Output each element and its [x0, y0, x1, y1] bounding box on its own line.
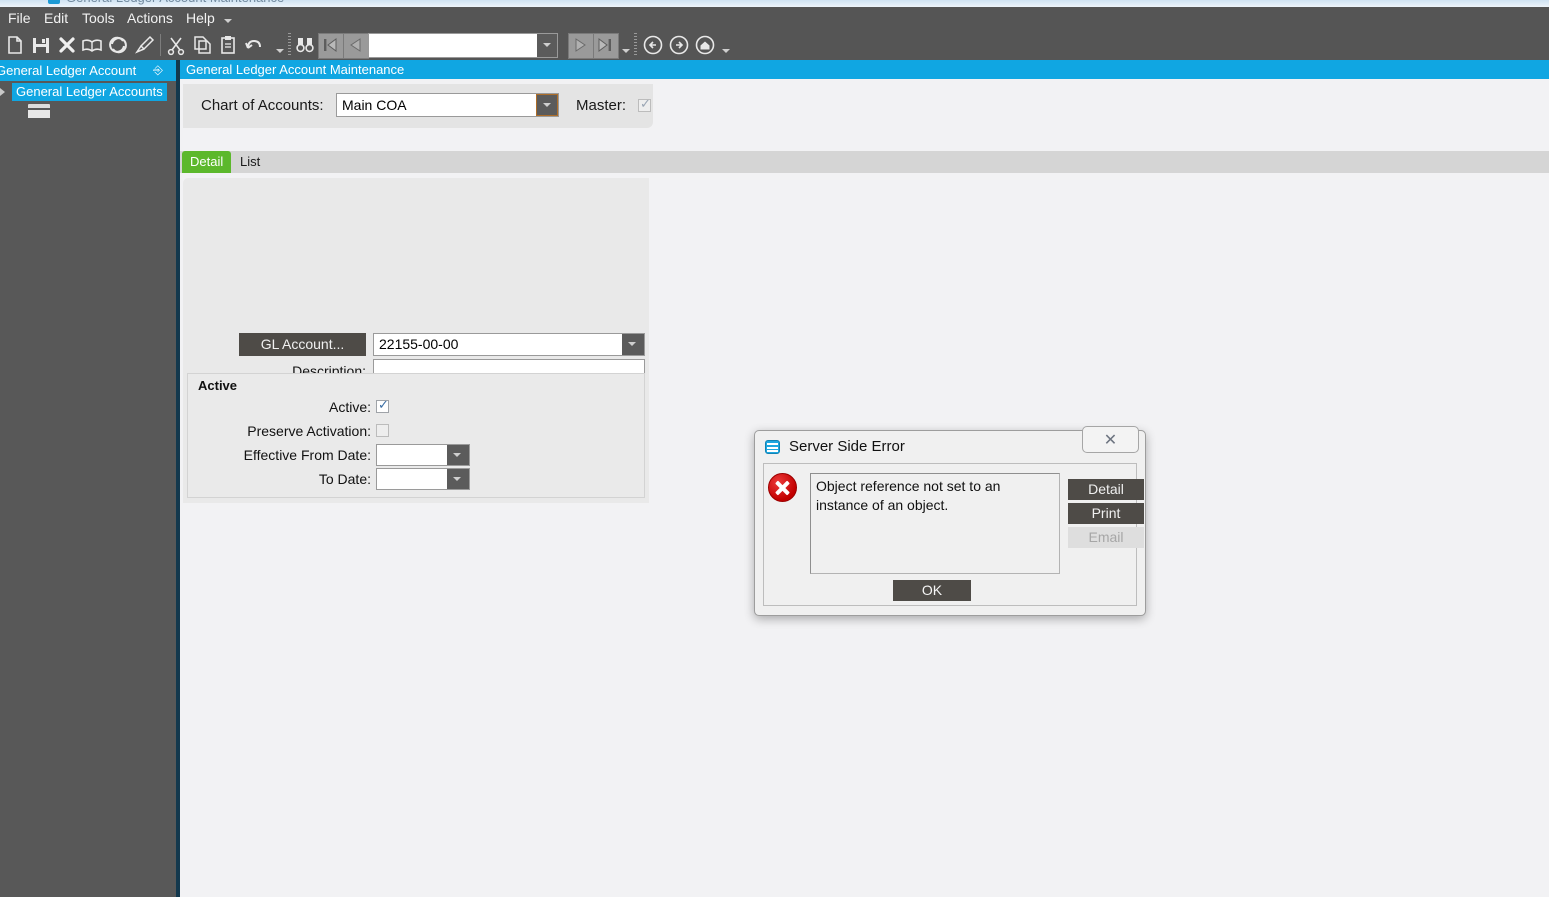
chevron-down-icon [543, 43, 551, 47]
copy-icon[interactable] [191, 34, 213, 56]
sidebar-header: General Ledger Account ⎆ [0, 60, 176, 81]
checkmark-icon: ✓ [640, 96, 651, 111]
effective-from-date-dropdown-arrow[interactable] [447, 445, 469, 465]
chevron-down-icon [628, 342, 636, 346]
chart-of-accounts-label: Chart of Accounts: [201, 97, 324, 114]
print-button[interactable]: Print [1068, 503, 1144, 524]
chevron-down-icon [453, 453, 461, 457]
next-record-button[interactable] [568, 33, 594, 59]
last-record-button[interactable] [593, 33, 619, 59]
active-checkbox[interactable]: ✓ [376, 397, 389, 413]
detail-panel: GL Account... 22155-00-00 Description: M… [183, 178, 649, 503]
delete-icon[interactable] [56, 34, 78, 56]
sidebar-item-general-ledger-accounts[interactable]: General Ledger Accounts [12, 83, 167, 101]
master-checkbox: ✓ [638, 96, 651, 112]
effective-from-date-label: Effective From Date: [243, 447, 371, 463]
menu-bar: File Edit Tools Actions Help [0, 7, 1549, 29]
previous-record-button[interactable] [343, 33, 369, 59]
to-date-dropdown-arrow[interactable] [447, 469, 469, 489]
error-icon [768, 473, 797, 502]
tab-strip: Detail List [180, 151, 1549, 173]
undo-dropdown-caret-icon[interactable] [276, 49, 284, 53]
active-group-title: Active [198, 378, 238, 393]
folder-icon[interactable] [28, 104, 50, 118]
error-message-text: Object reference not set to an instance … [816, 478, 1001, 513]
page-title: General Ledger Account Maintenance [186, 62, 405, 77]
first-record-button[interactable] [318, 33, 344, 59]
app-icon [48, 0, 60, 4]
new-icon[interactable] [4, 34, 26, 56]
refresh-icon[interactable] [107, 34, 129, 56]
sidebar: General Ledger Account ⎆ General Ledger … [0, 60, 176, 897]
undo-icon[interactable] [243, 34, 265, 56]
error-message-box: Object reference not set to an instance … [810, 473, 1060, 574]
server-side-error-dialog: Server Side Error ✕ Object reference not… [754, 426, 1146, 616]
menu-edit[interactable]: Edit [42, 10, 70, 27]
chart-of-accounts-dropdown-arrow[interactable] [536, 94, 558, 116]
toolbar-separator-1 [160, 34, 161, 56]
effective-from-date-input[interactable] [376, 444, 470, 466]
error-dialog-icon [765, 440, 780, 454]
find-icon[interactable] [294, 34, 316, 56]
record-search-dropdown-arrow[interactable] [537, 34, 557, 57]
page-header: General Ledger Account Maintenance [180, 60, 1549, 79]
email-button: Email [1068, 527, 1144, 548]
active-group-box: Active Active: ✓ Preserve Activation: Ef… [187, 373, 645, 498]
close-icon[interactable]: ✕ [1082, 426, 1139, 453]
preserve-activation-checkbox[interactable] [376, 424, 389, 437]
forward-icon[interactable] [668, 34, 690, 56]
tab-list[interactable]: List [232, 151, 268, 173]
chart-of-accounts-combo[interactable]: Main COA [336, 93, 559, 117]
records-dropdown-caret-icon[interactable] [622, 49, 630, 53]
toolbar-grip-2 [634, 33, 637, 57]
clear-brush-icon[interactable] [133, 34, 155, 56]
cut-icon[interactable] [165, 34, 187, 56]
to-date-input[interactable] [376, 468, 470, 490]
toolbar [0, 29, 1549, 60]
gl-account-value[interactable]: 22155-00-00 [379, 336, 458, 352]
toolbar-grip-1 [288, 33, 291, 57]
back-icon[interactable] [642, 34, 664, 56]
checkmark-icon: ✓ [378, 397, 389, 412]
chevron-down-icon [543, 103, 551, 107]
ok-button[interactable]: OK [893, 580, 971, 601]
chevron-down-icon [453, 477, 461, 481]
save-icon[interactable] [30, 34, 52, 56]
tab-detail[interactable]: Detail [182, 151, 232, 173]
sidebar-title: General Ledger Account [0, 63, 137, 78]
preserve-activation-label: Preserve Activation: [247, 423, 371, 439]
to-date-label: To Date: [318, 471, 371, 487]
menu-help[interactable]: Help [184, 10, 217, 27]
os-window-title: General Ledger Account Maintenance [66, 0, 284, 5]
menu-file[interactable]: File [6, 10, 33, 27]
application-window: General Ledger Account Maintenance File … [0, 0, 1549, 897]
record-search-combo[interactable] [368, 33, 558, 58]
gl-account-combo[interactable]: 22155-00-00 [373, 333, 645, 356]
close-glyph: ✕ [1103, 432, 1118, 449]
chart-of-accounts-bar: Chart of Accounts: Main COA Master: ✓ [183, 84, 653, 128]
active-label: Active: [328, 399, 371, 415]
master-label: Master: [576, 97, 627, 114]
book-icon[interactable] [81, 34, 103, 56]
gl-account-dropdown-arrow[interactable] [622, 334, 644, 355]
detail-button[interactable]: Detail [1068, 479, 1144, 500]
history-dropdown-caret-icon[interactable] [722, 49, 730, 53]
menu-tools[interactable]: Tools [80, 10, 117, 27]
chart-of-accounts-value[interactable]: Main COA [342, 97, 407, 113]
gl-account-button[interactable]: GL Account... [239, 333, 366, 356]
paste-icon[interactable] [217, 34, 239, 56]
menu-actions[interactable]: Actions [125, 10, 175, 27]
home-icon[interactable] [694, 34, 716, 56]
dialog-title: Server Side Error [789, 438, 905, 455]
tree-expander-icon[interactable] [0, 88, 5, 96]
pin-icon[interactable]: ⎆ [152, 64, 164, 77]
os-title-bar: General Ledger Account Maintenance [0, 0, 1549, 7]
chevron-down-icon[interactable] [224, 19, 232, 23]
